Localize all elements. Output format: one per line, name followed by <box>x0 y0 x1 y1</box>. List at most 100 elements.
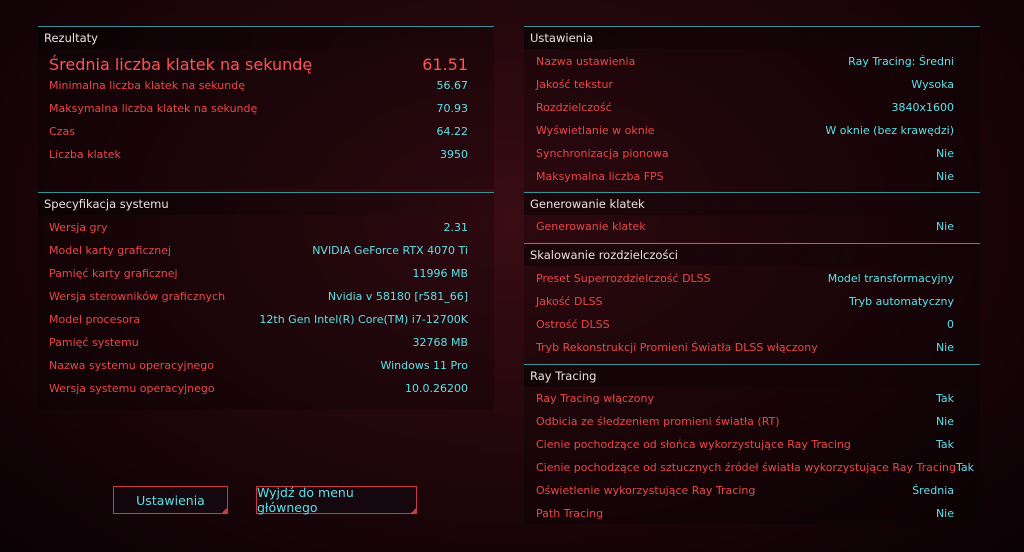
dlss-quality-row: Jakość DLSS Tryb automatyczny <box>536 292 954 310</box>
framegen-panel: Generowanie klatek Generowanie klatek Ni… <box>524 192 980 242</box>
row-label: Ostrość DLSS <box>536 317 610 331</box>
row-label: Minimalna liczba klatek na sekundę <box>49 78 245 92</box>
row-value: 64.22 <box>436 124 469 138</box>
settings-button[interactable]: Ustawienia <box>113 486 228 514</box>
row-label: Model karty graficznej <box>49 243 172 257</box>
settings-title: Ustawienia <box>530 31 594 45</box>
scaling-title: Skalowanie rozdzielczości <box>530 248 678 262</box>
path-tracing-row: Path Tracing Nie <box>536 504 954 522</box>
settings-button-label: Ustawienia <box>136 492 205 508</box>
raytracing-title: Ray Tracing <box>530 369 597 383</box>
scaling-panel: Skalowanie rozdzielczości Preset Superro… <box>524 243 980 363</box>
row-value: Średnia <box>912 483 954 497</box>
framegen-header: Generowanie klatek <box>524 192 980 215</box>
row-value: 56.67 <box>436 78 469 92</box>
row-value: W oknie (bez krawędzi) <box>825 123 954 137</box>
row-label: Rozdzielczość <box>536 100 612 114</box>
settings-panel: Ustawienia Nazwa ustawienia Ray Tracing:… <box>524 26 980 191</box>
row-value: Tak <box>955 460 974 474</box>
row-label: Nazwa ustawienia <box>536 54 636 68</box>
texture-quality-row: Jakość tekstur Wysoka <box>536 75 954 93</box>
row-value: 12th Gen Intel(R) Core(TM) i7-12700K <box>259 312 468 326</box>
row-label: Oświetlenie wykorzystujące Ray Tracing <box>536 483 756 497</box>
row-value: Nie <box>935 146 954 160</box>
row-value: Ray Tracing: Średni <box>848 54 954 68</box>
row-value: Nie <box>935 506 954 520</box>
row-label: Liczba klatek <box>49 147 121 161</box>
rt-lighting-row: Oświetlenie wykorzystujące Ray Tracing Ś… <box>536 481 954 499</box>
results-title: Rezultaty <box>44 31 98 45</box>
vsync-row: Synchronizacja pionowa Nie <box>536 144 954 162</box>
row-value: 32768 MB <box>412 335 468 349</box>
row-value: Wysoka <box>911 77 954 91</box>
rt-enabled-row: Ray Tracing włączony Tak <box>536 389 954 407</box>
frame-generation-row: Generowanie klatek Nie <box>536 217 954 235</box>
row-label: Maksymalna liczba klatek na sekundę <box>49 101 258 115</box>
preset-name-row: Nazwa ustawienia Ray Tracing: Średni <box>536 52 954 70</box>
cpu-model-row: Model procesora 12th Gen Intel(R) Core(T… <box>49 310 468 328</box>
frames-row: Liczba klatek 3950 <box>49 145 468 163</box>
gpu-model-row: Model karty graficznej NVIDIA GeForce RT… <box>49 241 468 259</box>
row-label: Model procesora <box>49 312 141 326</box>
max-fps-limit-row: Maksymalna liczba FPS Nie <box>536 167 954 185</box>
resolution-row: Rozdzielczość 3840x1600 <box>536 98 954 116</box>
row-value: 61.51 <box>422 54 468 74</box>
dlss-preset-row: Preset Superrozdzielczość DLSS Model tra… <box>536 269 954 287</box>
os-version-row: Wersja systemu operacyjnego 10.0.26200 <box>49 379 468 397</box>
raytracing-header: Ray Tracing <box>524 364 980 387</box>
row-value: 2.31 <box>443 220 469 234</box>
row-value: 3840x1600 <box>891 100 955 114</box>
settings-header: Ustawienia <box>524 26 980 49</box>
row-label: Path Tracing <box>536 506 604 520</box>
row-label: Preset Superrozdzielczość DLSS <box>536 271 711 285</box>
results-header: Rezultaty <box>38 26 494 49</box>
row-value: Tak <box>935 391 954 405</box>
row-label: Wersja systemu operacyjnego <box>49 381 215 395</box>
system-memory-row: Pamięć systemu 32768 MB <box>49 333 468 351</box>
time-row: Czas 64.22 <box>49 122 468 140</box>
row-value: 10.0.26200 <box>405 381 468 395</box>
row-value: Model transformacyjny <box>827 271 954 285</box>
results-panel: Rezultaty Średnia liczba klatek na sekun… <box>38 26 494 189</box>
row-value: Windows 11 Pro <box>380 358 468 372</box>
row-label: Nazwa systemu operacyjnego <box>49 358 215 372</box>
row-value: Nvidia v 58180 [r581_66] <box>327 289 468 303</box>
min-fps-row: Minimalna liczba klatek na sekundę 56.67 <box>49 76 468 94</box>
max-fps-row: Maksymalna liczba klatek na sekundę 70.9… <box>49 99 468 117</box>
row-value: 11996 MB <box>412 266 468 280</box>
row-label: Pamięć systemu <box>49 335 139 349</box>
row-label: Generowanie klatek <box>536 219 646 233</box>
row-value: Nie <box>935 219 954 233</box>
row-label: Maksymalna liczba FPS <box>536 169 664 183</box>
row-label: Wersja gry <box>49 220 108 234</box>
row-value: Nie <box>935 414 954 428</box>
row-value: Nie <box>935 340 954 354</box>
row-label: Średnia liczba klatek na sekundę <box>49 54 313 74</box>
window-mode-row: Wyświetlanie w oknie W oknie (bez krawęd… <box>536 121 954 139</box>
row-label: Wyświetlanie w oknie <box>536 123 655 137</box>
gpu-memory-row: Pamięć karty graficznej 11996 MB <box>49 264 468 282</box>
row-label: Odbicia ze śledzeniem promieni światła (… <box>536 414 780 428</box>
row-value: 0 <box>947 317 954 331</box>
game-version-row: Wersja gry 2.31 <box>49 218 468 236</box>
row-label: Wersja sterowników graficznych <box>49 289 226 303</box>
row-value: 70.93 <box>436 101 469 115</box>
system-title: Specyfikacja systemu <box>44 197 169 211</box>
scaling-header: Skalowanie rozdzielczości <box>524 243 980 266</box>
system-header: Specyfikacja systemu <box>38 192 494 215</box>
row-label: Tryb Rekonstrukcji Promieni Światła DLSS… <box>536 340 818 354</box>
row-value: 3950 <box>440 147 468 161</box>
dlss-sharpness-row: Ostrość DLSS 0 <box>536 315 954 333</box>
row-label: Pamięć karty graficznej <box>49 266 178 280</box>
row-label: Czas <box>49 124 75 138</box>
row-value: NVIDIA GeForce RTX 4070 Ti <box>312 243 468 257</box>
rt-sun-shadows-row: Cienie pochodzące od słońca wykorzystują… <box>536 435 954 453</box>
row-label: Ray Tracing włączony <box>536 391 654 405</box>
row-label: Jakość tekstur <box>536 77 613 91</box>
row-value: Nie <box>935 169 954 183</box>
framegen-title: Generowanie klatek <box>530 197 645 211</box>
raytracing-panel: Ray Tracing Ray Tracing włączony Tak Odb… <box>524 364 980 524</box>
exit-to-main-menu-button[interactable]: Wyjdź do menu głównego <box>256 485 417 515</box>
rt-local-shadows-row: Cienie pochodzące od sztucznych źródeł ś… <box>536 458 974 476</box>
row-label: Synchronizacja pionowa <box>536 146 669 160</box>
